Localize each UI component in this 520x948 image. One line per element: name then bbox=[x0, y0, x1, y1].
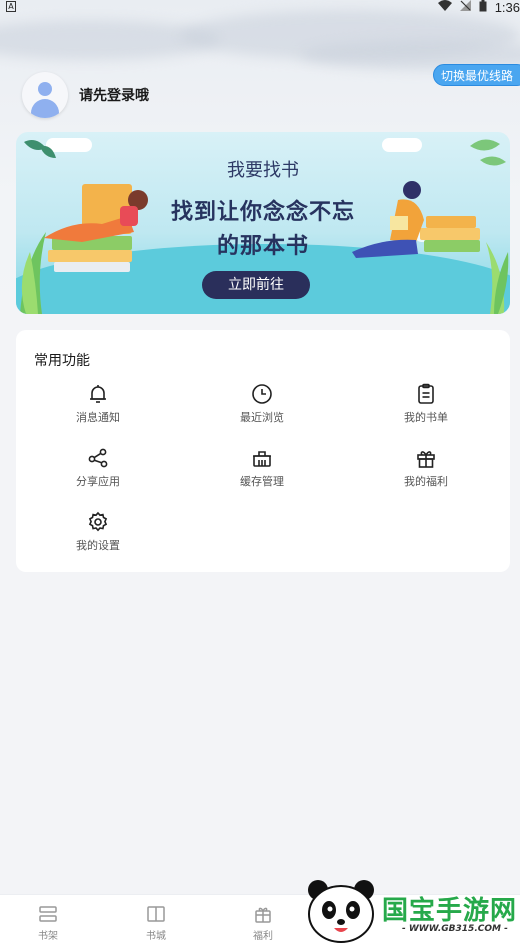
open-book-icon bbox=[145, 903, 167, 925]
func-recent[interactable]: 最近浏览 bbox=[202, 382, 322, 425]
panda-logo bbox=[308, 880, 374, 943]
gear-icon bbox=[86, 510, 110, 534]
no-signal-icon bbox=[459, 0, 471, 14]
func-label: 最近浏览 bbox=[240, 411, 284, 424]
clipboard-icon bbox=[414, 382, 438, 406]
nav-welfare[interactable]: 福利 bbox=[233, 903, 293, 942]
watermark-brand: 国宝手游网 bbox=[382, 896, 518, 926]
func-label: 分享应用 bbox=[76, 475, 120, 488]
gift-icon bbox=[414, 446, 438, 470]
section-title: 常用功能 bbox=[34, 353, 90, 369]
switch-route-button[interactable]: 切换最优线路 bbox=[432, 64, 520, 86]
bookshelf-icon bbox=[37, 903, 59, 925]
find-book-banner[interactable]: 我要找书 找到让你念念不忘 的那本书 立即前往 bbox=[16, 132, 510, 314]
func-label: 消息通知 bbox=[76, 411, 120, 424]
func-label: 缓存管理 bbox=[240, 475, 284, 488]
func-booklist[interactable]: 我的书单 bbox=[366, 382, 486, 425]
avatar[interactable] bbox=[22, 72, 68, 118]
status-time: 1:36 bbox=[494, 0, 520, 15]
common-functions-card: 常用功能 消息通知 最近浏览 我的书单 分享应用 缓存管理 我的福利 我的设置 bbox=[16, 330, 510, 572]
func-share[interactable]: 分享应用 bbox=[38, 446, 158, 489]
share-icon bbox=[86, 446, 110, 470]
bell-icon bbox=[86, 382, 110, 406]
watermark: 国宝手游网 - WWW.GB315.COM - bbox=[300, 862, 520, 948]
watermark-url: - WWW.GB315.COM - bbox=[402, 924, 508, 934]
func-settings[interactable]: 我的设置 bbox=[38, 510, 158, 553]
clock-icon bbox=[250, 382, 274, 406]
reader-illustration-left bbox=[44, 184, 148, 272]
notification-icon: A bbox=[6, 1, 16, 12]
go-now-button[interactable]: 立即前往 bbox=[202, 271, 310, 299]
banner-title: 我要找书 bbox=[227, 160, 299, 181]
banner-slogan-line2: 的那本书 bbox=[216, 234, 309, 259]
login-prompt[interactable]: 请先登录哦 bbox=[79, 85, 149, 105]
basket-icon bbox=[250, 446, 274, 470]
wifi-icon bbox=[437, 0, 452, 14]
func-welfare[interactable]: 我的福利 bbox=[366, 446, 486, 489]
func-cache[interactable]: 缓存管理 bbox=[202, 446, 322, 489]
nav-label: 福利 bbox=[253, 931, 273, 942]
banner-slogan-line1: 找到让你念念不忘 bbox=[170, 200, 355, 225]
status-bar: A 1:36 bbox=[0, 0, 520, 15]
nav-bookshelf[interactable]: 书架 bbox=[18, 903, 78, 942]
gift-box-icon bbox=[252, 903, 274, 925]
nav-label: 书城 bbox=[146, 931, 166, 942]
nav-label: 书架 bbox=[38, 931, 58, 942]
nav-bookstore[interactable]: 书城 bbox=[126, 903, 186, 942]
login-profile[interactable]: 请先登录哦 bbox=[22, 72, 149, 118]
func-label: 我的福利 bbox=[404, 475, 448, 488]
func-label: 我的设置 bbox=[76, 539, 120, 552]
battery-icon bbox=[479, 0, 487, 15]
func-notifications[interactable]: 消息通知 bbox=[38, 382, 158, 425]
func-label: 我的书单 bbox=[404, 411, 448, 424]
